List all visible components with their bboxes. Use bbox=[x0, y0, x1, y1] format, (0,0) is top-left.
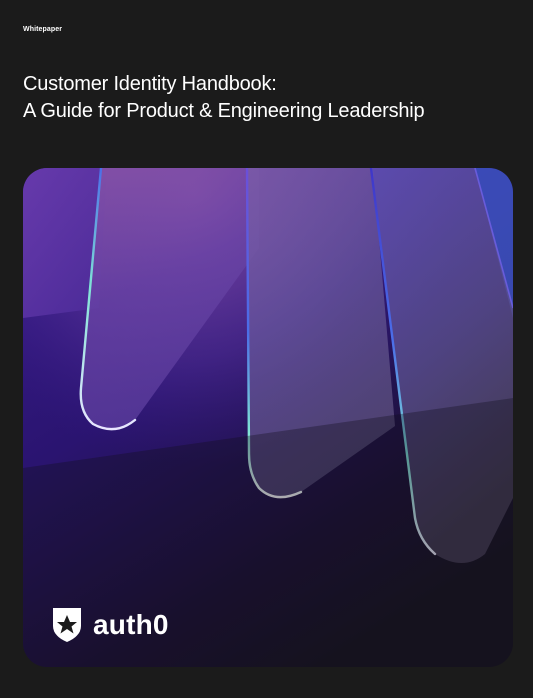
whitepaper-cover: Whitepaper Customer Identity Handbook: A… bbox=[0, 0, 533, 698]
abstract-glass-panels-illustration bbox=[23, 168, 513, 667]
auth0-shield-icon bbox=[53, 608, 81, 642]
document-title: Customer Identity Handbook: A Guide for … bbox=[23, 71, 523, 125]
cover-artwork bbox=[23, 168, 513, 667]
auth0-logo: auth0 bbox=[50, 604, 169, 646]
title-line-2: A Guide for Product & Engineering Leader… bbox=[23, 100, 425, 122]
auth0-wordmark: auth0 bbox=[93, 609, 169, 640]
title-line-1: Customer Identity Handbook: bbox=[23, 73, 277, 95]
document-type-label: Whitepaper bbox=[23, 26, 63, 33]
